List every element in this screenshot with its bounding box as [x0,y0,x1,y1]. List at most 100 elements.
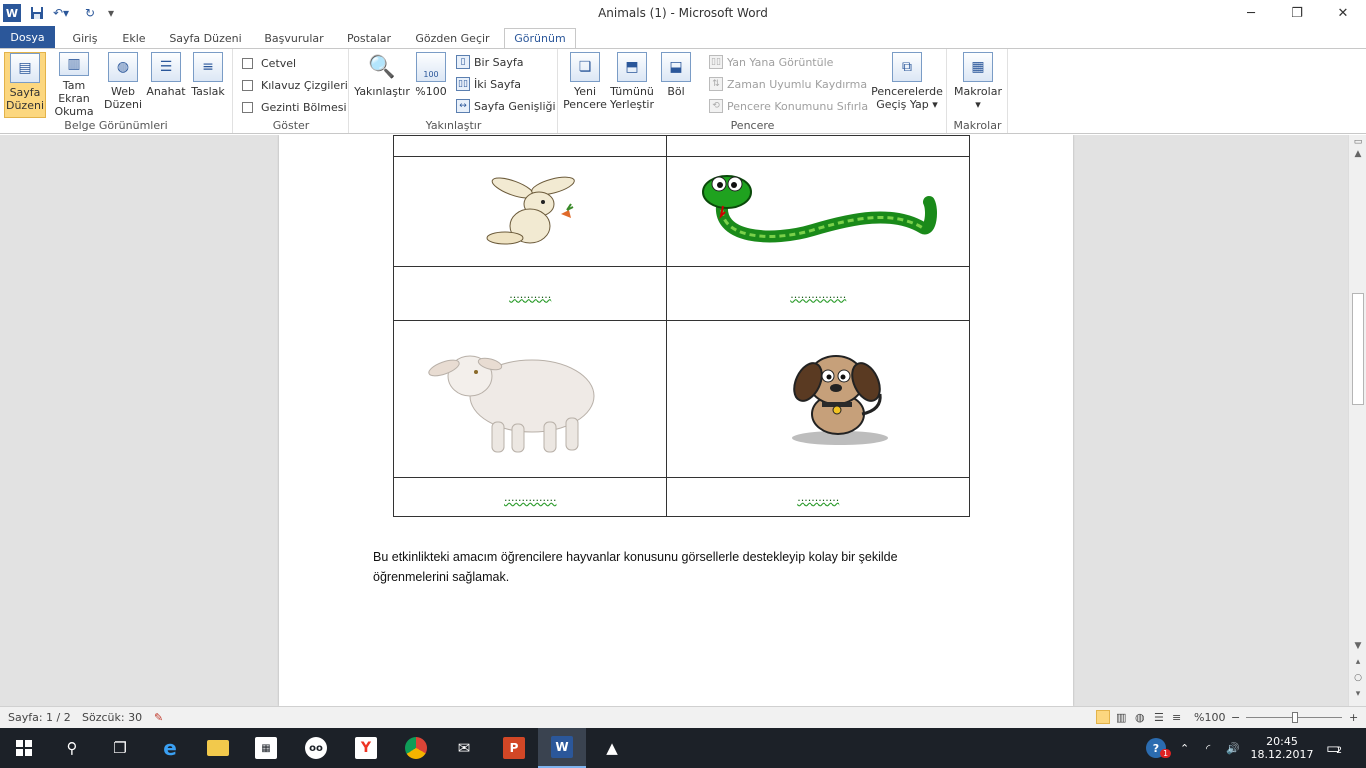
reset-position-label: Pencere Konumunu Sıfırla [727,99,869,113]
group-zoom: 🔍 Yakınlaştır 100 %100 ▯ Bir Sayfa ▯▯ İki … [350,49,558,133]
task-view-icon[interactable]: ❐ [96,728,144,768]
arrange-all-button[interactable]: ⬒ Tümünü Yerleştir [609,52,655,118]
split-label: Böl [667,85,685,98]
web-layout-button[interactable]: ◍ Web Düzeni [103,52,143,118]
body-paragraph[interactable]: Bu etkinlikteki amacım öğrencilere hayva… [373,547,973,587]
powerpoint-icon[interactable]: P [490,728,538,768]
label-cell[interactable]: ............ [666,477,970,517]
scroll-up-icon[interactable]: ▲ [1349,149,1366,159]
macros-button[interactable]: ▦ Makrolar ▾ [952,52,1004,118]
word-taskbar-icon[interactable]: W [538,728,586,768]
zoom-button[interactable]: 🔍 Yakınlaştır [354,52,410,118]
photos-icon[interactable]: ▲ [588,728,636,768]
one-page-button[interactable]: ▯ Bir Sayfa [456,53,523,71]
fill-in-blank: ............ [797,491,840,504]
previous-page-icon[interactable]: ▴ [1349,657,1366,667]
search-icon[interactable]: ⚲ [48,728,96,768]
tab-review[interactable]: Gözden Geçir [408,28,497,48]
print-layout-view-icon[interactable] [1096,710,1110,724]
draft-view-icon[interactable]: ≡ [1172,711,1181,724]
ruler-checkbox[interactable]: Cetvel [242,54,296,72]
dog-cell[interactable] [666,320,970,478]
animal-table: ............ ................ ..........… [392,135,970,517]
tab-view[interactable]: Görünüm [504,28,576,48]
restore-button[interactable]: ❐ [1274,0,1320,26]
chrome-icon[interactable] [392,728,440,768]
proofing-icon[interactable]: ✎ [154,711,163,724]
reset-window-position-button[interactable]: ⟲ Pencere Konumunu Sıfırla [709,97,868,115]
yandex-icon[interactable]: Y [342,728,390,768]
label-cell[interactable]: ............ [392,266,668,321]
file-explorer-icon[interactable] [194,728,242,768]
store-icon[interactable]: ▦ [242,728,290,768]
next-page-icon[interactable]: ▾ [1349,689,1366,699]
tab-page-layout[interactable]: Sayfa Düzeni [163,28,248,48]
two-pages-label: İki Sayfa [474,77,522,91]
label-cell[interactable]: ................ [666,266,970,321]
print-layout-button[interactable]: ▤ Sayfa Düzeni [4,52,46,118]
switch-windows-label-2: Geçiş Yap ▾ [876,98,938,111]
scroll-down-icon[interactable]: ▼ [1349,641,1366,651]
clock-time: 20:45 [1266,735,1298,748]
zoom-out-button[interactable]: − [1231,711,1240,724]
mail-icon[interactable]: ✉ [440,728,488,768]
browse-object-icon[interactable]: ○ [1349,673,1366,683]
zoom-percent[interactable]: %100 [1194,711,1225,724]
zoom-100-button[interactable]: 100 %100 [414,52,448,118]
document-page[interactable]: ............ ................ ..........… [279,135,1073,706]
outline-view-icon[interactable]: ☰ [1154,711,1164,724]
draft-button[interactable]: ≡ Taslak [189,52,227,118]
start-button[interactable] [0,728,48,768]
outline-button[interactable]: ☰ Anahat [145,52,187,118]
rabbit-image [486,176,576,245]
tab-file[interactable]: Dosya [0,26,55,48]
switch-windows-button[interactable]: ⧉ Pencerelerde Geçiş Yap ▾ [871,52,943,118]
notification-center-icon[interactable]: ▭ 2 [1326,728,1342,768]
tab-mailings[interactable]: Postalar [339,28,399,48]
split-button[interactable]: ⬓ Böl [659,52,693,118]
web-view-icon[interactable]: ◍ [1135,711,1145,724]
clock[interactable]: 20:45 18.12.2017 [1251,728,1314,768]
tab-home[interactable]: Giriş [63,28,107,48]
switch-windows-icon: ⧉ [892,52,922,82]
draft-label: Taslak [191,85,225,98]
zoom-in-button[interactable]: + [1349,711,1358,724]
tray-expand-icon[interactable]: ⌃ [1180,728,1189,768]
minimize-button[interactable]: ─ [1228,0,1274,26]
reset-position-icon: ⟲ [709,99,723,113]
table-row [392,135,970,157]
tripadvisor-icon[interactable]: oo [292,728,340,768]
tab-insert[interactable]: Ekle [114,28,154,48]
group-show: Cetvel Kılavuz Çizgileri Gezinti Bölmesi… [234,49,349,133]
network-icon[interactable]: ◜ [1206,728,1210,768]
navigation-pane-checkbox[interactable]: Gezinti Bölmesi [242,98,347,116]
view-side-by-side-button[interactable]: ▯▯ Yan Yana Görüntüle [709,53,833,71]
page-count[interactable]: Sayfa: 1 / 2 [8,711,71,724]
edge-icon[interactable]: e [146,728,194,768]
table-cell[interactable] [666,135,970,157]
rabbit-cell[interactable] [392,156,668,267]
volume-icon[interactable]: 🔊 [1226,728,1240,768]
help-badge: 1 [1160,748,1172,758]
ruler-toggle-icon[interactable]: ▭ [1349,137,1366,147]
page-width-button[interactable]: ↔ Sayfa Genişliği [456,97,556,115]
label-cell[interactable]: ............... [392,477,668,517]
scroll-thumb[interactable] [1352,293,1364,405]
new-window-button[interactable]: ❏ Yeni Pencere [563,52,607,118]
tab-references[interactable]: Başvurular [256,28,332,48]
two-pages-button[interactable]: ▯▯ İki Sayfa [456,75,521,93]
zoom-slider-thumb[interactable] [1292,712,1298,723]
reading-view-icon[interactable]: ▥ [1116,711,1126,724]
full-screen-reading-button[interactable]: ▥ Tam Ekran Okuma [48,52,100,118]
close-button[interactable]: ✕ [1320,0,1366,26]
vertical-scrollbar[interactable]: ▭ ▲ ▼ ▴ ○ ▾ [1348,135,1366,706]
sheep-cell[interactable] [392,320,668,478]
split-icon: ⬓ [661,52,691,82]
word-count[interactable]: Sözcük: 30 [82,711,142,724]
table-cell[interactable] [392,135,668,157]
two-pages-icon: ▯▯ [456,77,470,91]
snake-cell[interactable] [666,156,970,267]
synchronous-scrolling-button[interactable]: ⇅ Zaman Uyumlu Kaydırma [709,75,867,93]
gridlines-checkbox[interactable]: Kılavuz Çizgileri [242,76,348,94]
help-tray-icon[interactable]: ? 1 [1146,728,1172,768]
